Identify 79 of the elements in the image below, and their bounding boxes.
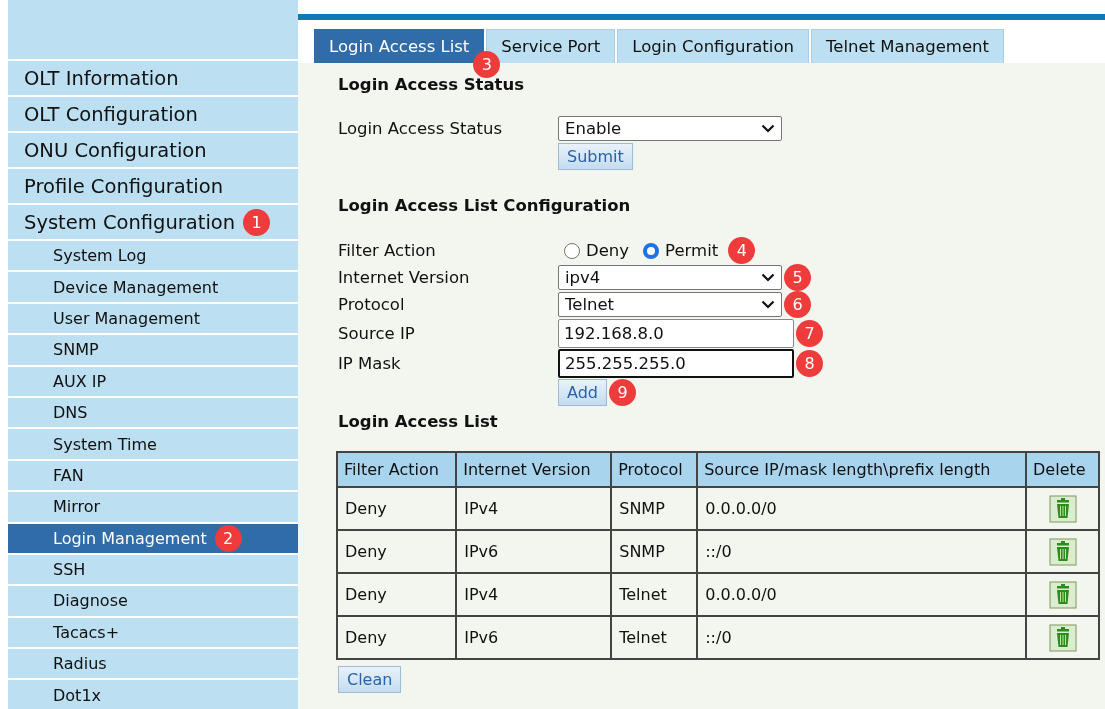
dropdown-field[interactable]: Telnet [558, 292, 782, 317]
field-label: Filter Action [338, 241, 437, 260]
radio-button[interactable] [564, 242, 580, 259]
add-button[interactable]: Add [558, 378, 607, 406]
trash-icon[interactable] [1048, 623, 1077, 652]
column-header: Internet Version [456, 452, 612, 487]
field-label: Protocol [338, 295, 406, 314]
field-label: Source IP [338, 323, 416, 343]
chevron-down-icon [761, 273, 775, 282]
input-field[interactable]: 255.255.255.0 [558, 348, 794, 378]
dropdown-field[interactable]: ipv4 [558, 265, 782, 290]
table-cell: SNMP [611, 487, 698, 530]
submit-button[interactable]: Submit [558, 142, 633, 170]
step-badge: 6 [784, 291, 811, 318]
tab[interactable]: Telnet Management [810, 29, 1004, 63]
field-label: Internet Version [338, 268, 471, 287]
trash-icon[interactable] [1048, 537, 1077, 566]
sidebar-item[interactable]: Diagnose [8, 586, 298, 616]
field-label: IP Mask [338, 353, 402, 373]
sidebar-item[interactable]: AUX IP [8, 366, 298, 396]
sidebar-item[interactable]: Mirror [8, 492, 298, 522]
chevron-down-icon [761, 123, 775, 133]
table-cell: IPv6 [456, 616, 612, 659]
field-label: Login Access Status [338, 118, 504, 138]
sidebar-item[interactable]: Tacacs+ [8, 617, 298, 648]
sidebar-item[interactable]: Device Management [8, 272, 298, 302]
input-field[interactable]: 192.168.8.0 [558, 318, 794, 348]
radio-label: Permit [665, 241, 719, 260]
table-cell: Deny [337, 573, 457, 616]
trash-icon[interactable] [1048, 494, 1077, 523]
sidebar-item[interactable]: Radius [8, 649, 298, 679]
column-header: Filter Action [337, 452, 457, 487]
step-badge: 7 [796, 319, 823, 347]
section-title: Login Access List [338, 412, 499, 431]
column-header: Source IP/mask length\prefix length [697, 452, 1027, 487]
table-cell: IPv4 [456, 573, 612, 616]
section-title: Login Access List Configuration [338, 196, 632, 215]
table-cell: 0.0.0.0/0 [697, 487, 1027, 530]
sidebar-item[interactable]: OLT Configuration [8, 97, 298, 131]
step-badge: 8 [796, 349, 823, 377]
radio-button[interactable] [643, 242, 660, 259]
sidebar-item[interactable]: System Time [8, 429, 298, 459]
table-cell: IPv6 [456, 530, 612, 573]
sidebar-item[interactable]: ONU Configuration [8, 133, 298, 167]
chevron-down-icon [761, 300, 775, 309]
sidebar-item[interactable]: Dot1x [8, 680, 298, 709]
sidebar-item[interactable]: FAN [8, 460, 298, 491]
step-badge: 2 [214, 524, 242, 552]
sidebar-item[interactable]: System Log [8, 241, 298, 271]
table-cell: Deny [337, 487, 457, 530]
step-badge: 9 [609, 378, 636, 406]
table-cell: IPv4 [456, 487, 612, 530]
table-cell: ::/0 [697, 530, 1027, 573]
status-select[interactable]: Enable [558, 115, 782, 141]
column-header: Protocol [611, 452, 698, 487]
table-cell: SNMP [611, 530, 698, 573]
table-cell: Telnet [611, 573, 698, 616]
table-cell: Telnet [611, 616, 698, 659]
table-cell: Deny [337, 616, 457, 659]
tab[interactable]: Login Configuration [617, 29, 809, 63]
step-badge: 4 [728, 237, 756, 264]
step-badge: 5 [784, 264, 811, 291]
column-header: Delete [1026, 452, 1099, 487]
sidebar-item[interactable]: SSH [8, 554, 298, 585]
table-cell: 0.0.0.0/0 [697, 573, 1027, 616]
sidebar-item[interactable]: Login Management 2 [8, 523, 298, 553]
sidebar-item[interactable]: System Configuration 1 [8, 205, 298, 239]
clean-button[interactable]: Clean [338, 666, 402, 693]
sidebar-item[interactable]: Profile Configuration [8, 169, 298, 203]
step-badge: 1 [243, 208, 271, 236]
section-title: Login Access Status [338, 75, 526, 94]
table-cell: Deny [337, 530, 457, 573]
table-cell: ::/0 [697, 616, 1027, 659]
sidebar-item[interactable]: User Management [8, 303, 298, 334]
trash-icon[interactable] [1048, 580, 1077, 609]
sidebar-item[interactable]: DNS [8, 397, 298, 428]
sidebar-item[interactable]: OLT Information [8, 61, 298, 95]
sidebar-item[interactable]: SNMP [8, 335, 298, 365]
radio-label: Deny [586, 241, 630, 260]
